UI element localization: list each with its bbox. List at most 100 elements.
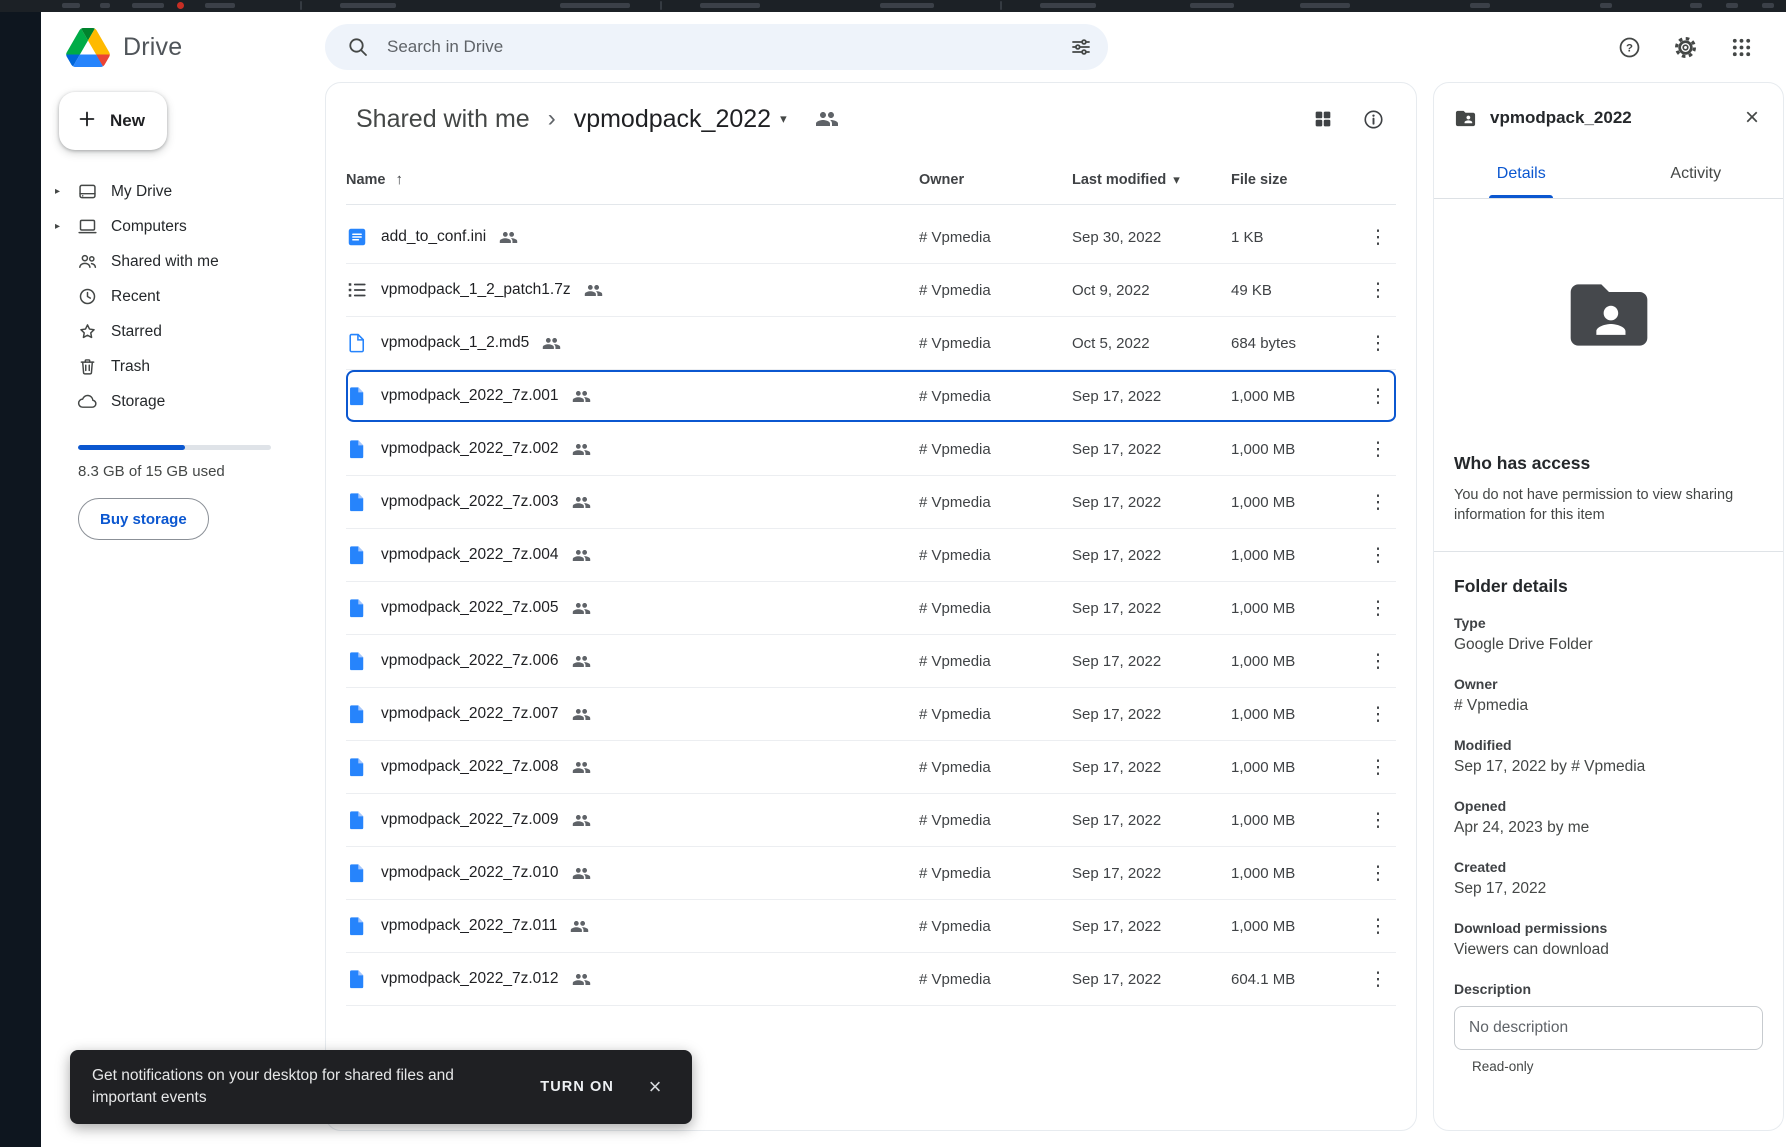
file-owner-cell: # Vpmedia [919, 494, 1072, 511]
sidebar-item-shared-with-me[interactable]: Shared with me [41, 244, 325, 279]
file-row[interactable]: vpmodpack_2022_7z.007 # Vpmedia Sep 17, … [346, 688, 1396, 741]
breadcrumb-parent[interactable]: Shared with me [348, 102, 538, 137]
sidebar-item-trash[interactable]: Trash [41, 349, 325, 384]
description-input[interactable] [1454, 1006, 1763, 1050]
file-name-cell: vpmodpack_2022_7z.003 [346, 491, 919, 513]
file-row[interactable]: vpmodpack_2022_7z.008 # Vpmedia Sep 17, … [346, 741, 1396, 794]
file-row[interactable]: vpmodpack_2022_7z.011 # Vpmedia Sep 17, … [346, 900, 1396, 953]
row-more-actions-button[interactable]: ⋮ [1360, 961, 1396, 997]
grid-view-button[interactable] [1302, 98, 1344, 140]
file-type-icon [346, 650, 368, 672]
file-owner-cell: # Vpmedia [919, 547, 1072, 564]
row-more-actions-button[interactable]: ⋮ [1360, 272, 1396, 308]
file-size: 1,000 MB [1231, 493, 1296, 511]
file-row[interactable]: vpmodpack_2022_7z.003 # Vpmedia Sep 17, … [346, 476, 1396, 529]
shared-people-icon [572, 387, 591, 406]
sidebar-item-recent[interactable]: Recent [41, 279, 325, 314]
file-name-cell: vpmodpack_2022_7z.002 [346, 438, 919, 460]
close-panel-button[interactable]: × [1731, 97, 1773, 139]
file-owner: # Vpmedia [919, 758, 991, 776]
folder-toolbar: Shared with me › vpmodpack_2022 ▾ [326, 83, 1416, 155]
search-bar[interactable] [325, 24, 1108, 70]
file-name-cell: vpmodpack_2022_7z.010 [346, 862, 919, 884]
sidebar-item-computers[interactable]: ▸ Computers [41, 209, 325, 244]
shared-folder-illustration [1563, 269, 1655, 361]
file-row[interactable]: add_to_conf.ini # Vpmedia Sep 30, 2022 1… [346, 211, 1396, 264]
file-row[interactable]: vpmodpack_2022_7z.004 # Vpmedia Sep 17, … [346, 529, 1396, 582]
file-owner: # Vpmedia [919, 546, 991, 564]
row-more-actions-button[interactable]: ⋮ [1360, 802, 1396, 838]
info-button[interactable] [1352, 98, 1394, 140]
file-size: 1,000 MB [1231, 546, 1296, 564]
sidebar-item-storage[interactable]: Storage [41, 384, 325, 419]
row-more-actions-button[interactable]: ⋮ [1360, 855, 1396, 891]
file-name: vpmodpack_2022_7z.011 [381, 917, 558, 934]
turn-on-button[interactable]: TURN ON [534, 1071, 620, 1103]
google-apps-grid-icon[interactable] [1720, 26, 1762, 68]
breadcrumb: Shared with me › vpmodpack_2022 ▾ [348, 102, 839, 137]
buy-storage-button[interactable]: Buy storage [78, 498, 209, 540]
expand-chevron-icon[interactable]: ▸ [55, 221, 77, 232]
breadcrumb-current[interactable]: vpmodpack_2022 ▾ [566, 102, 795, 137]
new-button[interactable]: New [59, 92, 167, 150]
row-more-actions-button[interactable]: ⋮ [1360, 590, 1396, 626]
sidebar-item-label: Shared with me [111, 252, 219, 270]
storage-icon [77, 391, 111, 412]
file-name-cell: vpmodpack_2022_7z.012 [346, 968, 919, 990]
file-row[interactable]: vpmodpack_2022_7z.012 # Vpmedia Sep 17, … [346, 953, 1396, 1006]
tab-details[interactable]: Details [1434, 153, 1609, 198]
row-more-actions-button[interactable]: ⋮ [1360, 643, 1396, 679]
app-body: New ▸ My Drive ▸ Computers Shared with m… [41, 82, 1786, 1147]
file-modified: Sep 17, 2022 [1072, 493, 1162, 511]
file-row[interactable]: vpmodpack_2022_7z.002 # Vpmedia Sep 17, … [346, 423, 1396, 476]
file-row[interactable]: vpmodpack_2022_7z.005 # Vpmedia Sep 17, … [346, 582, 1396, 635]
column-header-modified[interactable]: Last modified ▾ [1072, 172, 1231, 188]
modified-caret-icon: ▾ [1173, 171, 1180, 187]
file-name: vpmodpack_2022_7z.003 [381, 493, 559, 510]
shared-people-icon [572, 970, 591, 989]
folder-shared-people-icon[interactable] [815, 107, 839, 131]
sidebar-nav: ▸ My Drive ▸ Computers Shared with me Re… [41, 174, 325, 419]
file-row[interactable]: vpmodpack_2022_7z.009 # Vpmedia Sep 17, … [346, 794, 1396, 847]
row-more-actions-button[interactable]: ⋮ [1360, 537, 1396, 573]
view-controls [1302, 98, 1394, 140]
column-header-name[interactable]: Name ↑ [346, 171, 919, 188]
file-name: vpmodpack_2022_7z.010 [381, 864, 559, 881]
row-more-actions-button[interactable]: ⋮ [1360, 484, 1396, 520]
file-row[interactable]: vpmodpack_2022_7z.010 # Vpmedia Sep 17, … [346, 847, 1396, 900]
file-menu-cell: ⋮ [1352, 855, 1396, 891]
file-modified: Sep 17, 2022 [1072, 387, 1162, 405]
row-more-actions-button[interactable]: ⋮ [1360, 378, 1396, 414]
row-more-actions-button[interactable]: ⋮ [1360, 219, 1396, 255]
row-more-actions-button[interactable]: ⋮ [1360, 908, 1396, 944]
settings-gear-icon[interactable] [1664, 26, 1706, 68]
search-icon[interactable] [341, 30, 375, 64]
row-more-actions-button[interactable]: ⋮ [1360, 696, 1396, 732]
file-modified: Sep 17, 2022 [1072, 440, 1162, 458]
sidebar-item-starred[interactable]: Starred [41, 314, 325, 349]
browser-tab-fragment [1600, 3, 1612, 8]
drive-home-link[interactable]: Drive [41, 27, 325, 67]
row-more-actions-button[interactable]: ⋮ [1360, 325, 1396, 361]
file-row[interactable]: vpmodpack_2022_7z.001 # Vpmedia Sep 17, … [346, 370, 1396, 423]
file-modified: Sep 30, 2022 [1072, 228, 1162, 246]
file-type-icon [346, 226, 368, 248]
browser-tab-fragment [560, 3, 630, 8]
toast-close-button[interactable]: × [636, 1068, 674, 1106]
expand-chevron-icon[interactable]: ▸ [55, 186, 77, 197]
row-more-actions-button[interactable]: ⋮ [1360, 749, 1396, 785]
search-filters-icon[interactable] [1064, 30, 1098, 64]
detail-field-value: Viewers can download [1454, 941, 1609, 958]
file-modified: Oct 5, 2022 [1072, 334, 1150, 352]
file-row[interactable]: vpmodpack_1_2_patch1.7z # Vpmedia Oct 9,… [346, 264, 1396, 317]
file-row[interactable]: vpmodpack_2022_7z.006 # Vpmedia Sep 17, … [346, 635, 1396, 688]
file-menu-cell: ⋮ [1352, 908, 1396, 944]
shared-people-icon [584, 281, 603, 300]
svg-text:?: ? [1626, 42, 1633, 54]
tab-activity[interactable]: Activity [1609, 153, 1784, 198]
sidebar-item-my-drive[interactable]: ▸ My Drive [41, 174, 325, 209]
help-button[interactable]: ? [1608, 26, 1650, 68]
row-more-actions-button[interactable]: ⋮ [1360, 431, 1396, 467]
file-row[interactable]: vpmodpack_1_2.md5 # Vpmedia Oct 5, 2022 … [346, 317, 1396, 370]
search-input[interactable] [387, 37, 1052, 57]
